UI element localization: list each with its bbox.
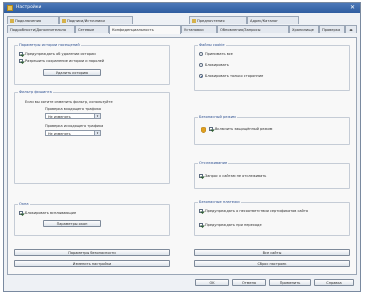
- option-label: Принимать все: [205, 52, 233, 56]
- tab-label: Подробности/Дополнительно: [10, 28, 67, 32]
- ok-button[interactable]: OK: [195, 279, 229, 286]
- select-value: Не изменять: [48, 132, 71, 136]
- app-icon: [7, 5, 13, 11]
- payments-group-title: Безопасные платежи: [198, 200, 241, 204]
- security-group-title: Безопасный режим: [198, 115, 237, 119]
- option-label: Предупреждать об удалении истории: [25, 52, 96, 56]
- radio[interactable]: [199, 52, 203, 56]
- tab-label: Обновления/Запросы: [220, 28, 261, 32]
- history-group-title: Параметры истории посещений: [18, 43, 81, 47]
- popups-group-title: Окна: [18, 202, 30, 206]
- history-group: Параметры истории посещений Предупреждат…: [14, 43, 170, 85]
- tab-check[interactable]: Проверка: [319, 25, 345, 33]
- option-label: Блокировать всплывающие: [25, 211, 77, 215]
- checkbox[interactable]: [19, 211, 23, 215]
- payments-option-2[interactable]: Предупреждать при переходе: [199, 223, 262, 227]
- security-settings-button[interactable]: Параметры безопасности: [14, 249, 170, 256]
- apply-button[interactable]: Применить: [269, 279, 311, 286]
- tab-label: Предпочтения: [197, 19, 225, 23]
- phishing-group-title: Фильтр фишинга: [18, 90, 53, 94]
- tracking-option[interactable]: Запрос к сайтам не отслеживать: [199, 174, 266, 178]
- change-settings-button[interactable]: Изменить настройки: [14, 260, 170, 267]
- settings-dialog: Настройки ✕ Подключения Подписи/Источник…: [3, 2, 361, 292]
- history-option-2[interactable]: Разрешить сохранение истории и паролей: [19, 59, 104, 63]
- checkbox[interactable]: [209, 127, 213, 131]
- phishing-group: Фильтр фишинга Если вы хотите изменить ф…: [14, 90, 170, 184]
- radio[interactable]: [199, 63, 203, 67]
- popup-settings-button[interactable]: Параметры окон: [43, 220, 101, 227]
- tab-label: Проверка: [322, 28, 341, 32]
- option-label: Разрешить сохранение истории и паролей: [25, 59, 105, 63]
- window-title: Настройки: [16, 5, 42, 10]
- tab-label: Адрес/Каталог: [250, 19, 279, 23]
- tab-privacy[interactable]: Конфиденциальность: [109, 25, 181, 34]
- tab-icon: [62, 19, 66, 23]
- tab-row-2: Подробности/Дополнительно Сетевые Конфид…: [7, 25, 357, 34]
- popups-option[interactable]: Блокировать всплывающие: [19, 211, 76, 215]
- phishing-description: Если вы хотите изменить фильтр, использу…: [25, 100, 113, 104]
- tracking-group: Отслеживание Запрос к сайтам не отслежив…: [194, 161, 350, 189]
- cookies-group-title: Файлы cookie: [198, 43, 226, 47]
- tab-address[interactable]: Адрес/Каталог: [247, 16, 299, 24]
- close-button[interactable]: ✕: [348, 4, 357, 12]
- payments-option-1[interactable]: Предупреждать о несоответствии сертифика…: [199, 209, 308, 213]
- option-label: Предупреждать о несоответствии сертифика…: [205, 209, 308, 213]
- option-label: Блокировать только сторонние: [205, 74, 264, 78]
- tab-icon: [10, 19, 14, 23]
- option-label: Блокировать: [205, 63, 229, 67]
- cookie-option-1[interactable]: Принимать все: [199, 52, 233, 56]
- checkbox[interactable]: [199, 209, 203, 213]
- tab-updates[interactable]: Обновления/Запросы: [217, 25, 289, 33]
- delete-history-button[interactable]: Удалить историю: [43, 69, 101, 76]
- tab-label: Установки: [184, 28, 204, 32]
- tab-label: Подписи/Источники: [67, 19, 105, 23]
- tab-row-1: Подключения Подписи/Источники Предпочтен…: [7, 16, 357, 24]
- payments-group: Безопасные платежи Предупреждать о несоо…: [194, 200, 350, 236]
- tab-storage[interactable]: Хранилище: [289, 25, 319, 33]
- reset-settings-button[interactable]: Сброс настроек: [194, 260, 350, 267]
- outgoing-select[interactable]: Не изменять ▾: [45, 130, 101, 136]
- outgoing-label: Проверка исходящего трафика: [45, 124, 104, 128]
- tab-scroll[interactable]: ◂▸: [345, 25, 357, 33]
- checkbox[interactable]: [19, 59, 23, 63]
- history-option-1[interactable]: Предупреждать об удалении истории: [19, 52, 96, 56]
- cookies-group: Файлы cookie Принимать все Блокировать Б…: [194, 43, 350, 91]
- option-label: Предупреждать при переходе: [205, 223, 262, 227]
- tab-content-panel: Параметры истории посещений Предупреждат…: [7, 37, 357, 275]
- cookie-option-2[interactable]: Блокировать: [199, 63, 229, 67]
- security-option[interactable]: Включить защищённый режим: [209, 127, 272, 131]
- tab-network[interactable]: Сетевые: [75, 25, 109, 33]
- chevron-down-icon: ▾: [94, 114, 100, 118]
- checkbox[interactable]: [199, 223, 203, 227]
- tab-label: Конфиденциальность: [112, 28, 154, 32]
- tab-label: Сетевые: [78, 28, 95, 32]
- incoming-select[interactable]: Не изменять ▾: [45, 113, 101, 119]
- tab-signatures[interactable]: Подписи/Источники: [59, 16, 133, 24]
- cookie-option-3[interactable]: Блокировать только сторонние: [199, 74, 263, 78]
- radio[interactable]: [199, 74, 203, 78]
- option-label: Включить защищённый режим: [215, 127, 273, 131]
- all-sites-button[interactable]: Все сайты: [194, 249, 350, 256]
- incoming-label: Проверка входящего трафика: [45, 107, 102, 111]
- cancel-button[interactable]: Отмена: [232, 279, 266, 286]
- tab-details[interactable]: Подробности/Дополнительно: [7, 25, 75, 33]
- tab-label: Подключения: [15, 19, 42, 23]
- tab-icon: [192, 19, 196, 23]
- help-button[interactable]: Справка: [314, 279, 354, 286]
- chevron-down-icon: ▾: [94, 131, 100, 135]
- select-value: Не изменять: [48, 115, 71, 119]
- security-group: Безопасный режим Включить защищённый реж…: [194, 115, 350, 145]
- tab-connections[interactable]: Подключения: [7, 16, 59, 24]
- checkbox[interactable]: [19, 52, 23, 56]
- tab-preferences[interactable]: Предпочтения: [189, 16, 247, 24]
- tab-label: Хранилище: [292, 28, 314, 32]
- checkbox[interactable]: [199, 174, 203, 178]
- option-label: Запрос к сайтам не отслеживать: [205, 174, 267, 178]
- popups-group: Окна Блокировать всплывающие Параметры о…: [14, 202, 170, 236]
- tab-settings[interactable]: Установки: [181, 25, 217, 33]
- tracking-group-title: Отслеживание: [198, 161, 229, 165]
- shield-icon: [201, 127, 206, 133]
- title-bar: Настройки ✕: [4, 3, 360, 13]
